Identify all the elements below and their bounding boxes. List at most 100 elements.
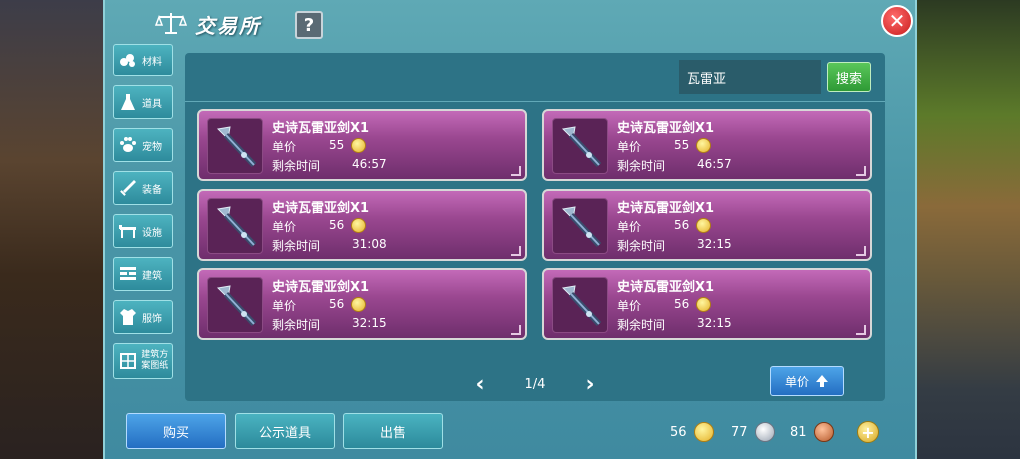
listing-card[interactable]: 史诗瓦雷亚剑X1 单价 56 剩余时间 32:15 [542, 189, 872, 261]
sidebar-item-equipment[interactable]: 装备 [113, 171, 173, 205]
bronze-coin-icon [813, 422, 834, 442]
gold-balance: 56 [670, 422, 714, 442]
corner-icon [856, 246, 866, 256]
show-item-button[interactable]: 公示道具 [235, 413, 335, 449]
gold-coin-icon [351, 218, 366, 233]
sword-icon [561, 285, 602, 327]
item-thumbnail [552, 198, 608, 254]
corner-icon [511, 325, 521, 335]
bronze-amount: 81 [790, 424, 807, 440]
bottom-bar: 购买 公示道具 出售 56 77 81 + [105, 405, 915, 459]
corner-icon [511, 166, 521, 176]
gold-amount: 56 [670, 424, 687, 440]
item-name: 史诗瓦雷亚剑X1 [617, 280, 715, 295]
prev-page-button[interactable]: ‹ [470, 372, 490, 397]
materials-icon [118, 50, 138, 70]
time-label: 剩余时间 [617, 239, 666, 253]
price-value: 56 [329, 218, 345, 232]
sidebar-item-materials[interactable]: 材料 [113, 44, 173, 76]
background-right [915, 0, 1020, 459]
time-remaining: 32:15 [352, 316, 387, 330]
sort-arrow-icon [816, 375, 828, 387]
price-label: 单价 [272, 299, 297, 313]
listing-card[interactable]: 史诗瓦雷亚剑X1 单价 55 剩余时间 46:57 [542, 109, 872, 181]
gold-coin-icon [696, 218, 711, 233]
price-value: 55 [329, 138, 345, 152]
facility-icon [118, 221, 138, 241]
item-name: 史诗瓦雷亚剑X1 [617, 201, 715, 216]
sword-icon [118, 178, 138, 198]
close-button[interactable]: ✕ [881, 5, 913, 37]
price-label: 单价 [272, 220, 297, 234]
sidebar-item-facilities[interactable]: 设施 [113, 214, 173, 248]
title-bar: 交易所 ? ✕ [105, 0, 915, 46]
gold-coin-icon [351, 297, 366, 312]
page-indicator: 1/4 [524, 376, 546, 392]
listing-card[interactable]: 史诗瓦雷亚剑X1 单价 56 剩余时间 32:15 [197, 268, 527, 340]
sell-button[interactable]: 出售 [343, 413, 443, 449]
price-value: 56 [674, 218, 690, 232]
listing-card[interactable]: 史诗瓦雷亚剑X1 单价 56 剩余时间 31:08 [197, 189, 527, 261]
sort-price-button[interactable]: 单价 [770, 366, 844, 396]
sidebar-item-clothing[interactable]: 服饰 [113, 300, 173, 334]
listing-area: 瓦雷亚 搜索 史诗瓦雷亚剑X1 单价 55 剩余时间 46:57 史诗瓦雷亚剑X… [185, 53, 885, 401]
price-value: 55 [674, 138, 690, 152]
sidebar-item-label: 宠物 [142, 141, 162, 153]
sword-icon [216, 206, 257, 248]
item-thumbnail [552, 118, 608, 174]
price-label: 单价 [272, 140, 297, 154]
next-page-button[interactable]: › [580, 372, 600, 397]
help-button[interactable]: ? [295, 11, 323, 39]
silver-balance: 77 [731, 422, 775, 442]
corner-icon [856, 325, 866, 335]
add-currency-button[interactable]: + [857, 421, 879, 443]
sword-icon [561, 126, 602, 168]
time-label: 剩余时间 [272, 318, 321, 332]
sort-label: 单价 [784, 374, 809, 389]
sidebar-item-label: 设施 [142, 227, 162, 239]
item-thumbnail [207, 118, 263, 174]
item-thumbnail [207, 277, 263, 333]
sidebar-item-buildings[interactable]: 建筑 [113, 257, 173, 291]
sword-icon [216, 126, 257, 168]
gold-coin-icon [696, 138, 711, 153]
flask-icon [118, 92, 138, 112]
listing-card[interactable]: 史诗瓦雷亚剑X1 单价 56 剩余时间 32:15 [542, 268, 872, 340]
brick-icon [118, 264, 138, 284]
sidebar-item-label: 装备 [142, 184, 162, 196]
corner-icon [511, 246, 521, 256]
time-label: 剩余时间 [272, 239, 321, 253]
sidebar-item-blueprints[interactable]: 建筑方案图纸 [113, 343, 173, 379]
time-remaining: 31:08 [352, 237, 387, 251]
price-label: 单价 [617, 140, 642, 154]
silver-amount: 77 [731, 424, 748, 440]
listing-card[interactable]: 史诗瓦雷亚剑X1 单价 55 剩余时间 46:57 [197, 109, 527, 181]
gold-coin-icon [693, 422, 714, 442]
corner-icon [856, 166, 866, 176]
gold-coin-icon [351, 138, 366, 153]
bronze-balance: 81 [790, 422, 834, 442]
time-label: 剩余时间 [617, 159, 666, 173]
sidebar-item-label: 道具 [142, 98, 162, 110]
scale-icon [155, 13, 187, 34]
sidebar-item-props[interactable]: 道具 [113, 85, 173, 119]
blueprint-icon [118, 351, 137, 371]
sidebar-item-label: 材料 [142, 56, 162, 68]
sword-icon [216, 285, 257, 327]
paw-icon [118, 135, 138, 155]
sidebar-item-pets[interactable]: 宠物 [113, 128, 173, 162]
price-label: 单价 [617, 220, 642, 234]
time-remaining: 46:57 [697, 157, 732, 171]
trade-panel: 交易所 ? ✕ 材料 道具 宠物 装备 设施 建筑 服饰 建筑方案图纸 瓦雷亚 … [103, 0, 917, 459]
search-input[interactable]: 瓦雷亚 [679, 60, 821, 94]
price-value: 56 [674, 297, 690, 311]
item-name: 史诗瓦雷亚剑X1 [272, 201, 370, 216]
pagination: ‹ 1/4 › [470, 372, 600, 397]
sidebar-item-label: 建筑方案图纸 [141, 350, 169, 371]
background-left [0, 0, 105, 459]
time-remaining: 46:57 [352, 157, 387, 171]
search-button[interactable]: 搜索 [827, 62, 871, 92]
time-label: 剩余时间 [272, 159, 321, 173]
buy-button[interactable]: 购买 [126, 413, 226, 449]
item-thumbnail [207, 198, 263, 254]
